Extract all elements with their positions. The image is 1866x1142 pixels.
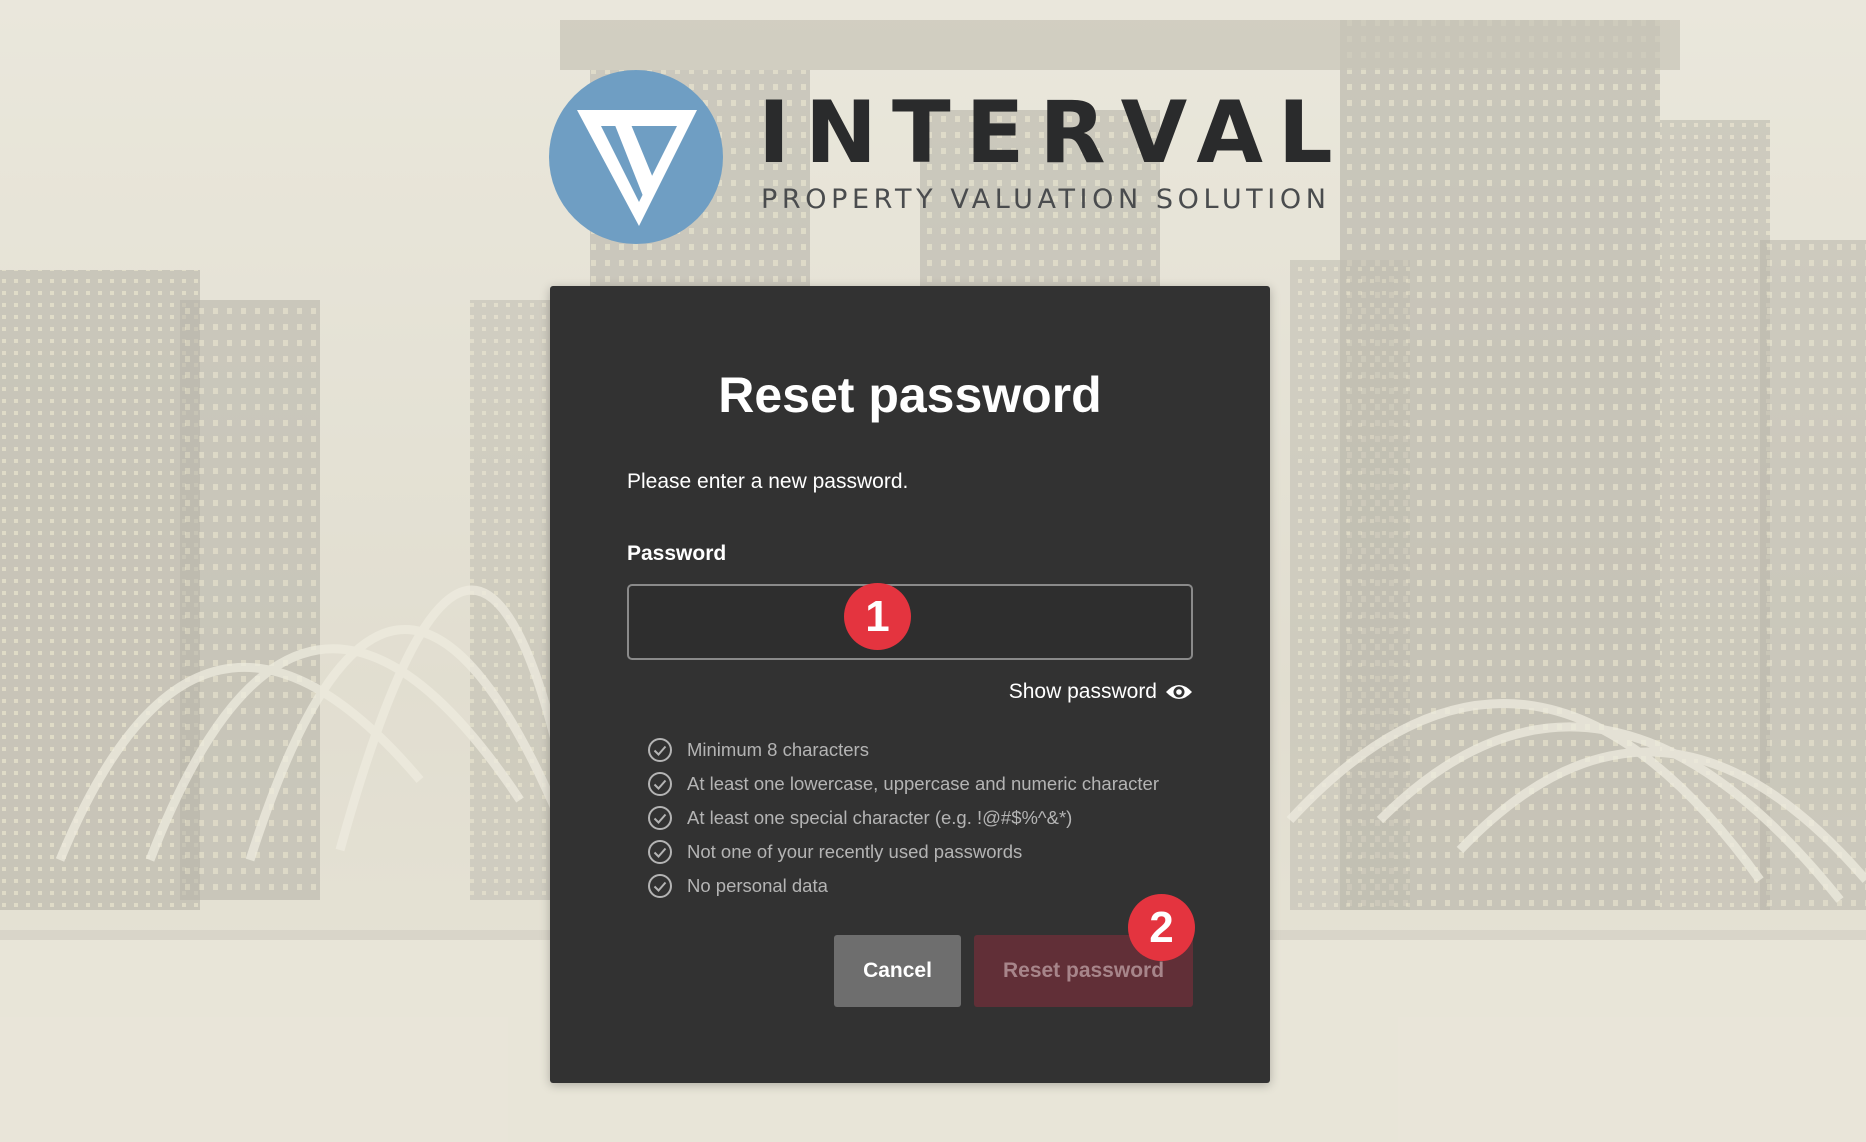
password-label: Password bbox=[627, 542, 727, 565]
password-requirements-list: Minimum 8 characters At least one lowerc… bbox=[647, 733, 1159, 903]
check-circle-icon bbox=[647, 839, 673, 865]
requirement-text: Minimum 8 characters bbox=[687, 739, 869, 760]
requirement-item: At least one lowercase, uppercase and nu… bbox=[647, 767, 1159, 801]
step-marker-1: 1 bbox=[844, 583, 911, 650]
show-password-toggle[interactable]: Show password bbox=[1009, 681, 1193, 702]
show-password-label: Show password bbox=[1008, 680, 1157, 703]
requirement-text: No personal data bbox=[687, 875, 828, 896]
requirement-item: No personal data bbox=[647, 869, 1159, 903]
requirement-item: Not one of your recently used passwords bbox=[647, 835, 1159, 869]
requirement-text: At least one lowercase, uppercase and nu… bbox=[687, 773, 1160, 794]
requirement-text: Not one of your recently used passwords bbox=[687, 841, 1023, 862]
requirement-item: Minimum 8 characters bbox=[647, 733, 1159, 767]
step-marker-2: 2 bbox=[1128, 894, 1195, 961]
check-circle-icon bbox=[647, 805, 673, 831]
check-circle-icon bbox=[647, 737, 673, 763]
logo-mark-icon bbox=[549, 70, 723, 244]
brand-logo: INTERVAL PROPERTY VALUATION SOLUTION bbox=[549, 70, 1333, 245]
reset-password-card: Reset password Please enter a new passwo… bbox=[550, 286, 1270, 1083]
brand-name: INTERVAL bbox=[758, 83, 1348, 183]
check-circle-icon bbox=[647, 771, 673, 797]
cancel-button[interactable]: Cancel bbox=[834, 935, 961, 1007]
instruction-text: Please enter a new password. bbox=[627, 470, 909, 493]
requirement-item: At least one special character (e.g. !@#… bbox=[647, 801, 1159, 835]
page-title: Reset password bbox=[718, 367, 1102, 423]
requirement-text: At least one special character (e.g. !@#… bbox=[687, 807, 1073, 828]
eye-icon bbox=[1165, 682, 1193, 702]
brand-tagline: PROPERTY VALUATION SOLUTION bbox=[761, 184, 1331, 215]
check-circle-icon bbox=[647, 873, 673, 899]
